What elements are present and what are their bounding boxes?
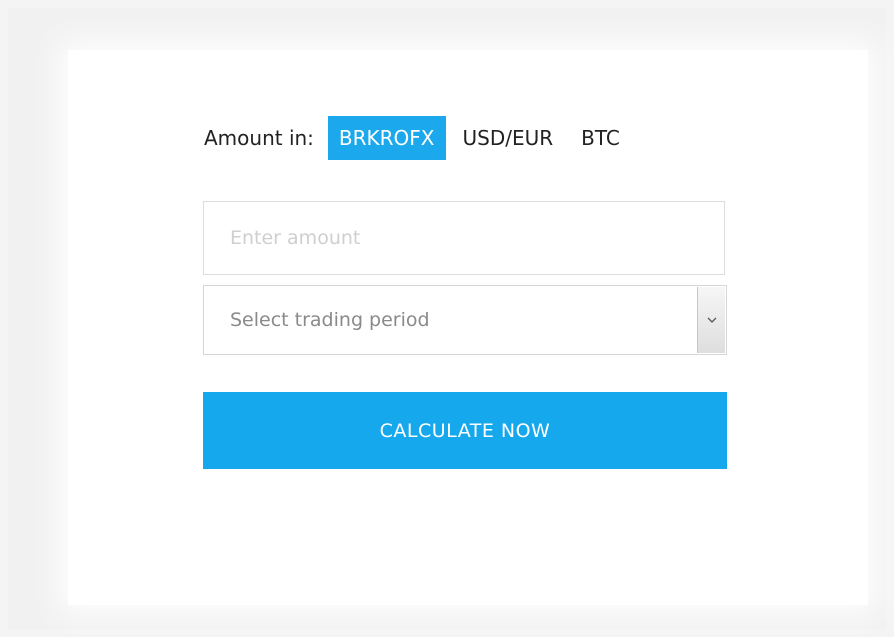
page-background: Amount in: BRKROFX USD/EUR BTC Select tr… xyxy=(8,8,886,629)
currency-option-usd-eur[interactable]: USD/EUR xyxy=(452,116,565,160)
calculate-now-button[interactable]: CALCULATE NOW xyxy=(203,392,727,469)
currency-selector: Amount in: BRKROFX USD/EUR BTC xyxy=(204,112,637,164)
trading-period-value: Select trading period xyxy=(230,309,430,331)
currency-option-btc[interactable]: BTC xyxy=(570,116,631,160)
amount-input[interactable] xyxy=(203,201,725,275)
calculator-card: Amount in: BRKROFX USD/EUR BTC Select tr… xyxy=(68,50,868,605)
chevron-down-icon[interactable] xyxy=(697,287,725,353)
trading-period-select[interactable]: Select trading period xyxy=(203,285,727,355)
currency-label: Amount in: xyxy=(204,126,314,150)
currency-option-brkrofx[interactable]: BRKROFX xyxy=(327,116,446,160)
